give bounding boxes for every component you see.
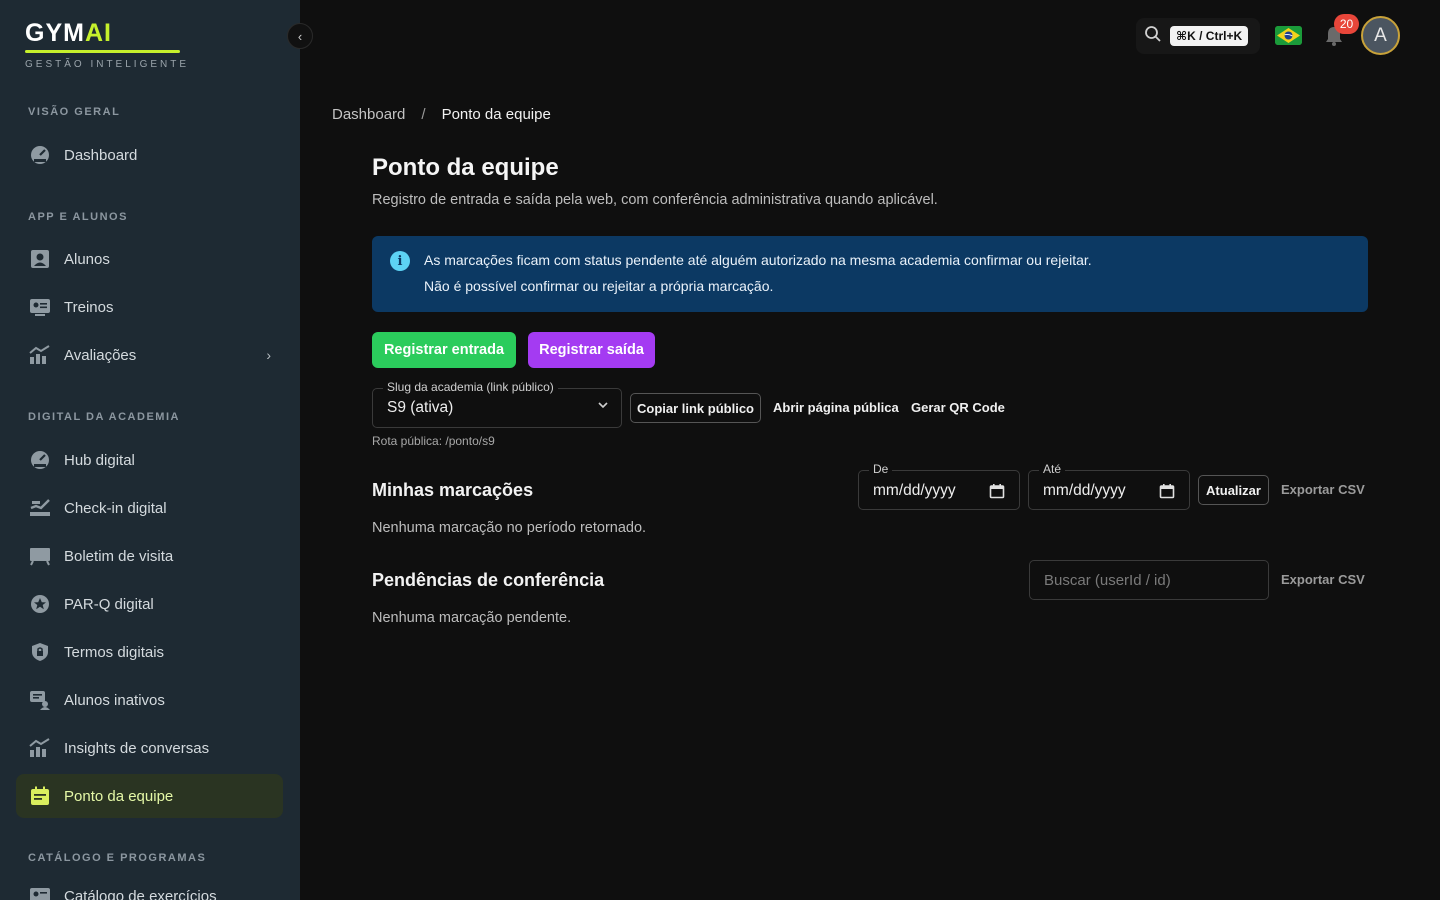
pending-search-input[interactable] [1029, 560, 1269, 600]
breadcrumb: Dashboard / Ponto da equipe [332, 106, 551, 123]
refresh-button[interactable]: Atualizar [1198, 475, 1269, 505]
pending-title: Pendências de conferência [372, 570, 605, 590]
sidebar-item-label: Treinos [64, 298, 114, 316]
register-entry-button[interactable]: Registrar entrada [372, 332, 516, 368]
pending-empty-text: Nenhuma marcação pendente. [372, 610, 572, 626]
logo-tagline: GESTÃO INTELIGENTE [25, 59, 190, 70]
sidebar-item-parq-digital[interactable]: PAR-Q digital [16, 582, 283, 626]
shield-lock-icon [28, 640, 52, 664]
logo-underline [25, 50, 180, 53]
date-from-label: De [869, 462, 893, 476]
sidebar-item-label: PAR-Q digital [64, 595, 154, 613]
section-label-app-alunos: APP E ALUNOS [28, 211, 128, 223]
sidebar-item-insights-conversas[interactable]: Insights de conversas [16, 726, 283, 770]
gym-slug-label: Slug da academia (link público) [383, 380, 558, 394]
sidebar-item-label: Insights de conversas [64, 739, 210, 757]
notification-badge: 20 [1334, 14, 1359, 34]
id-card-icon [28, 884, 52, 900]
public-route-text: Rota pública: /ponto/s9 [372, 434, 495, 448]
sidebar-item-termos-digitais[interactable]: Termos digitais [16, 630, 283, 674]
sidebar-item-label: Ponto da equipe [64, 787, 174, 805]
chart-icon [28, 343, 52, 367]
calendar-icon[interactable] [1159, 483, 1175, 504]
chevron-right-icon: › [266, 347, 271, 363]
info-alert: i As marcações ficam com status pendente… [372, 236, 1368, 312]
export-csv-pending-button[interactable]: Exportar CSV [1281, 572, 1365, 587]
export-csv-my-marks-button[interactable]: Exportar CSV [1281, 482, 1365, 497]
star-badge-icon [28, 592, 52, 616]
breadcrumb-separator: / [421, 106, 426, 123]
page-title: Ponto da equipe [372, 154, 559, 181]
sidebar-item-alunos[interactable]: Alunos [16, 237, 283, 281]
my-marks-empty-text: Nenhuma marcação no período retornado. [372, 520, 647, 536]
info-icon: i [390, 251, 410, 271]
chevron-down-icon [597, 398, 609, 414]
sidebar-item-hub-digital[interactable]: Hub digital [16, 438, 283, 482]
sidebar: GYMAI GESTÃO INTELIGENTE VISÃO GERAL Das… [0, 0, 300, 900]
calendar-icon[interactable] [989, 483, 1005, 504]
keyboard-shortcut-hint: ⌘K / Ctrl+K [1170, 26, 1249, 46]
gym-slug-select[interactable]: Slug da academia (link público) S9 (ativ… [372, 380, 622, 428]
app-root: GYMAI GESTÃO INTELIGENTE VISÃO GERAL Das… [0, 0, 1440, 900]
calendar-icon [28, 784, 52, 808]
sidebar-item-label: Termos digitais [64, 643, 165, 661]
breadcrumb-link-dashboard[interactable]: Dashboard [332, 106, 405, 123]
sidebar-item-label: Catálogo de exercícios [64, 887, 217, 900]
sidebar-item-checkin-digital[interactable]: Check-in digital [16, 486, 283, 530]
sidebar-collapse-button[interactable]: ‹ [287, 23, 313, 49]
sidebar-item-label: Alunos inativos [64, 691, 165, 709]
monitor-icon [28, 544, 52, 568]
sidebar-item-treinos[interactable]: Treinos [16, 285, 283, 329]
copy-public-link-button[interactable]: Copiar link público [630, 393, 761, 423]
section-label-catalogo-programas: CATÁLOGO E PROGRAMAS [28, 852, 207, 864]
sidebar-item-label: Boletim de visita [64, 547, 174, 565]
open-public-page-button[interactable]: Abrir página pública [773, 400, 899, 415]
chart-icon [28, 736, 52, 760]
gauge-icon [28, 448, 52, 472]
sidebar-item-catalogo-exercicios[interactable]: Catálogo de exercícios [16, 874, 283, 900]
chat-user-icon [28, 688, 52, 712]
my-marks-title: Minhas marcações [372, 480, 534, 500]
date-to-value: mm/dd/yyyy [1043, 482, 1126, 499]
date-to-label: Até [1039, 462, 1066, 476]
date-to-field[interactable]: Até mm/dd/yyyy [1028, 462, 1190, 510]
id-card-icon [28, 295, 52, 319]
register-exit-button[interactable]: Registrar saída [528, 332, 655, 368]
date-from-value: mm/dd/yyyy [873, 482, 956, 499]
info-alert-line-1: As marcações ficam com status pendente a… [424, 252, 1092, 268]
generate-qr-code-button[interactable]: Gerar QR Code [911, 400, 1005, 415]
logo-wordmark: GYMAI [25, 19, 112, 47]
breadcrumb-current: Ponto da equipe [441, 106, 551, 123]
gauge-icon [28, 143, 52, 167]
brazil-flag-icon[interactable] [1275, 26, 1302, 45]
section-label-digital-academia: DIGITAL DA ACADEMIA [28, 411, 180, 423]
sidebar-item-alunos-inativos[interactable]: Alunos inativos [16, 678, 283, 722]
sidebar-item-label: Avaliações [64, 346, 137, 364]
page-subtitle: Registro de entrada e saída pela web, co… [372, 192, 938, 208]
sidebar-item-ponto-equipe[interactable]: Ponto da equipe [16, 774, 283, 818]
sidebar-item-boletim-visita[interactable]: Boletim de visita [16, 534, 283, 578]
sidebar-item-label: Hub digital [64, 451, 135, 469]
sidebar-item-avaliacoes[interactable]: Avaliações › [16, 333, 283, 377]
section-label-visao-geral: VISÃO GERAL [28, 106, 121, 118]
user-icon [28, 247, 52, 271]
global-search-button[interactable]: ⌘K / Ctrl+K [1136, 18, 1260, 54]
logo[interactable]: GYMAI GESTÃO INTELIGENTE [25, 18, 189, 70]
avatar[interactable]: A [1361, 16, 1400, 55]
info-alert-line-2: Não é possível confirmar ou rejeitar a p… [424, 278, 774, 294]
sidebar-item-label: Check-in digital [64, 499, 167, 517]
search-icon [1144, 25, 1162, 48]
sidebar-item-label: Dashboard [64, 146, 138, 164]
checkin-icon [28, 496, 52, 520]
date-from-field[interactable]: De mm/dd/yyyy [858, 462, 1020, 510]
gym-slug-value: S9 (ativa) [387, 399, 454, 416]
sidebar-item-label: Alunos [64, 250, 110, 268]
sidebar-item-dashboard[interactable]: Dashboard [16, 133, 283, 177]
